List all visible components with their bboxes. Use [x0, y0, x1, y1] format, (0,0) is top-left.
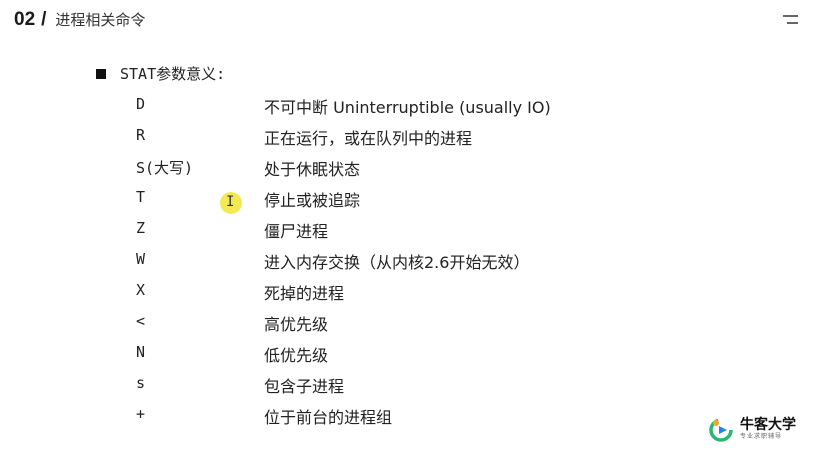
- logo-name: 牛客大学: [740, 417, 796, 433]
- table-row: Z 僵尸进程: [0, 216, 700, 246]
- stat-code: R: [136, 126, 146, 144]
- logo-tagline: 专业求职辅导: [740, 433, 783, 440]
- stat-code: D: [136, 95, 146, 113]
- square-bullet-icon: [96, 68, 106, 79]
- table-row: R 正在运行，或在队列中的进程: [0, 123, 700, 153]
- stat-desc: 包含子进程: [264, 377, 345, 396]
- stat-desc: 高优先级: [264, 315, 329, 334]
- stat-heading: STAT参数意义:: [96, 63, 225, 84]
- section-number: 02: [14, 9, 36, 30]
- stat-code: T: [136, 188, 146, 206]
- stat-code: S(大写): [136, 159, 194, 177]
- text-cursor-icon: I: [226, 194, 235, 210]
- section-title: 进程相关命令: [55, 11, 146, 29]
- table-row: N 低优先级: [0, 340, 700, 370]
- stat-desc: 停止或被追踪: [264, 191, 361, 210]
- stat-code: +: [136, 405, 146, 423]
- table-row: s 包含子进程: [0, 371, 700, 401]
- table-row: + 位于前台的进程组: [0, 402, 700, 432]
- stat-code: X: [136, 281, 146, 299]
- table-row: T 停止或被追踪: [0, 185, 700, 215]
- stat-code: Z: [136, 219, 146, 237]
- heading-text: STAT参数意义:: [120, 65, 226, 83]
- stat-desc: 处于休眠状态: [264, 160, 361, 179]
- menu-icon[interactable]: [783, 15, 798, 25]
- stat-desc: 不可中断 Uninterruptible (usually IO): [264, 98, 551, 117]
- section-header: 02 / 进程相关命令: [14, 9, 145, 31]
- stat-desc: 低优先级: [264, 346, 329, 365]
- table-row: X 死掉的进程: [0, 278, 700, 308]
- stat-desc: 进入内存交换（从内核2.6开始无效）: [264, 253, 530, 272]
- table-row: D 不可中断 Uninterruptible (usually IO): [0, 92, 700, 122]
- table-row: < 高优先级: [0, 309, 700, 339]
- stat-code: <: [136, 312, 146, 330]
- stat-code: W: [136, 250, 146, 268]
- stat-code: s: [136, 374, 146, 392]
- stat-code: N: [136, 343, 146, 361]
- section-slash: /: [41, 9, 47, 30]
- stat-desc: 正在运行，或在队列中的进程: [264, 129, 473, 148]
- table-row: S(大写) 处于休眠状态: [0, 154, 700, 184]
- table-row: W 进入内存交换（从内核2.6开始无效）: [0, 247, 700, 277]
- stat-desc: 僵尸进程: [264, 222, 329, 241]
- stat-desc: 位于前台的进程组: [264, 408, 393, 427]
- brand-logo: 牛客大学 专业求职辅导: [708, 416, 796, 442]
- logo-mark-icon: [708, 416, 734, 442]
- stat-desc: 死掉的进程: [264, 284, 345, 303]
